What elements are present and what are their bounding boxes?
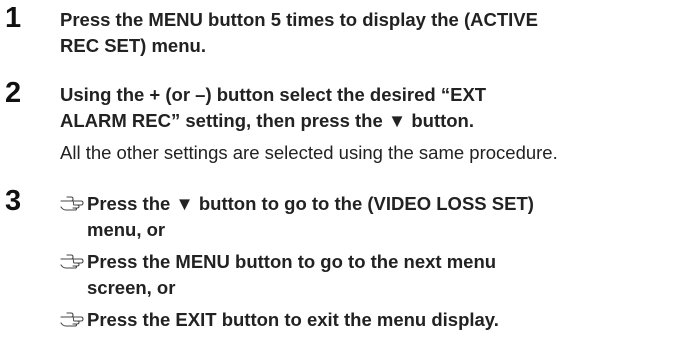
- step-number: 1: [5, 2, 22, 34]
- step-number: 3: [5, 185, 22, 217]
- option-text-line: Press the EXIT button to exit the menu d…: [87, 309, 499, 330]
- option-text-line: menu, or: [87, 219, 166, 240]
- step-note: All the other settings are selected usin…: [60, 142, 558, 163]
- pointing-hand-icon: [60, 196, 84, 211]
- step-number: 2: [5, 77, 22, 109]
- step-text-line: ALARM REC” setting, then press the ▼ but…: [60, 110, 475, 131]
- step-text-line: Press the MENU button 5 times to display…: [60, 9, 538, 30]
- step-text-line: Using the + (or –) button select the des…: [60, 84, 487, 105]
- option-text-line: Press the ▼ button to go to the (VIDEO L…: [87, 193, 534, 214]
- pointing-hand-icon: [60, 254, 84, 269]
- option-text-line: screen, or: [87, 277, 176, 298]
- pointing-hand-icon: [60, 312, 84, 327]
- step-text-line: REC SET) menu.: [60, 35, 206, 56]
- option-text-line: Press the MENU button to go to the next …: [87, 251, 497, 272]
